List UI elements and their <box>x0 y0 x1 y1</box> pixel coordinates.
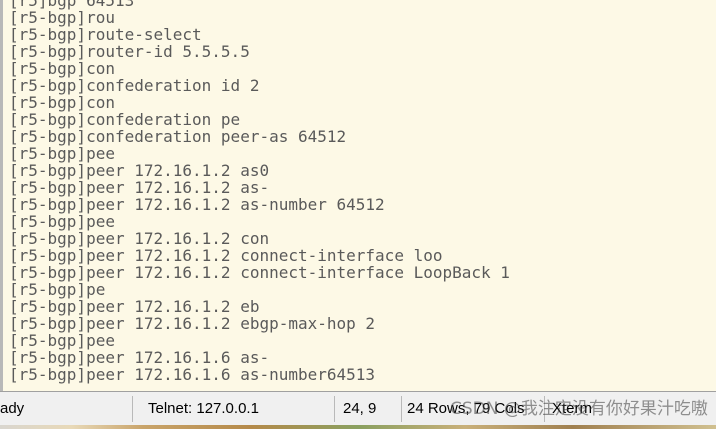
terminal-line: [r5-bgp]peer 172.16.1.2 connect-interfac… <box>9 263 510 282</box>
terminal-line: [r5-bgp]pe <box>9 280 106 299</box>
status-connection: Telnet: 127.0.0.1 <box>148 400 259 417</box>
terminal-line: [r5-bgp]peer 172.16.1.2 con <box>9 229 270 248</box>
watermark: CSDN @我注定没有你好果汁吃嗷 <box>450 399 708 419</box>
status-divider <box>401 396 402 422</box>
terminal-line: [r5-bgp]peer 172.16.1.2 as-number 64512 <box>9 195 385 214</box>
status-cursor-position: 24, 9 <box>343 400 377 417</box>
terminal-left-border <box>0 0 3 391</box>
terminal-line: [r5-bgp]peer 172.16.1.6 as- <box>9 348 270 367</box>
terminal-window[interactable]: [r5]bgp 64513 [r5-bgp]rou [r5-bgp]route-… <box>0 0 716 391</box>
terminal-line: [r5-bgp]confederation pe <box>9 110 241 129</box>
terminal-line: [r5-bgp]confederation id 2 <box>9 76 260 95</box>
terminal-line: [r5-bgp]pee <box>9 212 115 231</box>
terminal-line: [r5-bgp]rou <box>9 8 115 27</box>
terminal-line: [r5-bgp]peer 172.16.1.2 as- <box>9 178 270 197</box>
terminal-line: [r5-bgp]peer 172.16.1.2 eb <box>9 297 260 316</box>
status-ready: ady <box>0 400 25 417</box>
terminal-output: [r5]bgp 64513 [r5-bgp]rou [r5-bgp]route-… <box>9 0 510 383</box>
terminal-line: [r5-bgp]peer 172.16.1.2 connect-interfac… <box>9 246 443 265</box>
terminal-line: [r5-bgp]peer 172.16.1.2 as0 <box>9 161 270 180</box>
terminal-line: [r5-bgp]confederation peer-as 64512 <box>9 127 347 146</box>
terminal-line: [r5-bgp]router-id 5.5.5.5 <box>9 42 250 61</box>
status-divider <box>132 396 133 422</box>
desktop-background-strip <box>0 425 716 429</box>
terminal-line: [r5-bgp]pee <box>9 331 115 350</box>
status-bar: ady Telnet: 127.0.0.1 24, 9 24 Rows, 79 … <box>0 391 716 426</box>
terminal-line: [r5-bgp]pee <box>9 144 115 163</box>
terminal-line: [r5-bgp]con <box>9 59 115 78</box>
status-divider <box>334 396 335 422</box>
terminal-line: [r5-bgp]con <box>9 93 115 112</box>
terminal-line: [r5-bgp]route-select <box>9 25 202 44</box>
terminal-line: [r5-bgp]peer 172.16.1.6 as-number64513 <box>9 365 376 384</box>
terminal-line: [r5-bgp]peer 172.16.1.2 ebgp-max-hop 2 <box>9 314 376 333</box>
